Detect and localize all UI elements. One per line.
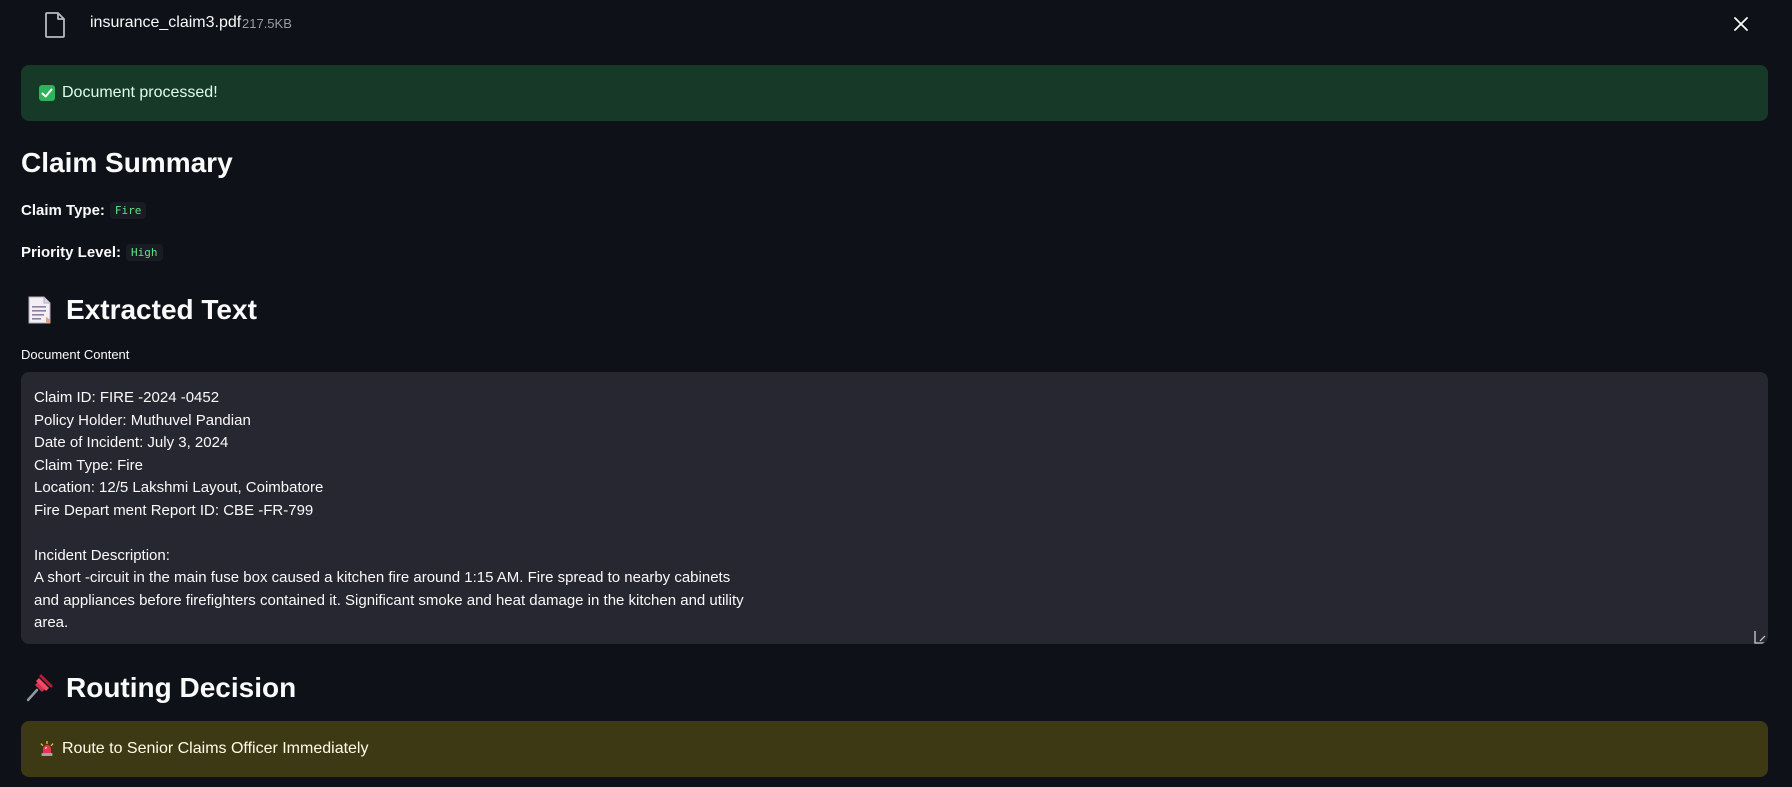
extracted-text-title: Extracted Text bbox=[66, 294, 257, 325]
document-line: Location: 12/5 Lakshmi Layout, Coimbator… bbox=[34, 479, 324, 496]
document-line: Claim ID: FIRE -2024 -0452 bbox=[34, 389, 220, 406]
document-content-label: Document Content bbox=[21, 347, 130, 362]
priority-level-row: Priority Level: High bbox=[21, 244, 163, 261]
document-content-textarea[interactable]: Claim ID: FIRE -2024 -0452 Policy Holder… bbox=[21, 372, 1768, 644]
document-line: A short -circuit in the main fuse box ca… bbox=[34, 569, 731, 586]
routing-decision-title: Routing Decision bbox=[66, 672, 297, 703]
page-with-curl-icon bbox=[28, 296, 51, 324]
routing-alert: Route to Senior Claims Officer Immediate… bbox=[21, 721, 1768, 777]
routing-decision-heading: Routing Decision bbox=[24, 672, 296, 704]
close-icon[interactable] bbox=[1731, 14, 1751, 34]
pushpin-icon bbox=[26, 674, 53, 702]
claim-type-label: Claim Type: bbox=[21, 202, 105, 219]
document-line: Date of Incident: July 3, 2024 bbox=[34, 434, 229, 451]
check-icon bbox=[39, 85, 55, 101]
resize-handle-icon[interactable] bbox=[1754, 630, 1768, 644]
document-line: Policy Holder: Muthuvel Pandian bbox=[34, 411, 251, 429]
success-alert-text: Document processed! bbox=[62, 84, 218, 101]
document-line: Claim Type: Fire bbox=[34, 456, 143, 474]
priority-level-label: Priority Level: bbox=[21, 244, 122, 261]
claim-summary-title: Claim Summary bbox=[21, 147, 233, 178]
success-alert: Document processed! bbox=[21, 65, 1768, 121]
file-size: 217.5KB bbox=[242, 16, 292, 31]
claim-summary-heading: Claim Summary bbox=[21, 147, 233, 179]
extracted-text-heading: Extracted Text bbox=[24, 294, 257, 326]
uploaded-file-row: insurance_claim3.pdf 217.5KB bbox=[0, 0, 1792, 48]
siren-icon bbox=[40, 741, 54, 756]
file-name: insurance_claim3.pdf bbox=[90, 14, 242, 31]
document-line: area. bbox=[34, 614, 69, 631]
priority-level-value: High bbox=[126, 244, 163, 261]
document-line: and appliances before firefighters conta… bbox=[34, 591, 744, 609]
document-line: Incident Description: bbox=[34, 546, 170, 564]
file-icon bbox=[45, 12, 65, 38]
routing-alert-text: Route to Senior Claims Officer Immediate… bbox=[62, 740, 369, 757]
document-line: Fire Depart ment Report ID: CBE -FR-799 bbox=[34, 501, 314, 519]
claim-type-row: Claim Type: Fire bbox=[21, 202, 147, 219]
claim-type-value: Fire bbox=[109, 202, 147, 219]
